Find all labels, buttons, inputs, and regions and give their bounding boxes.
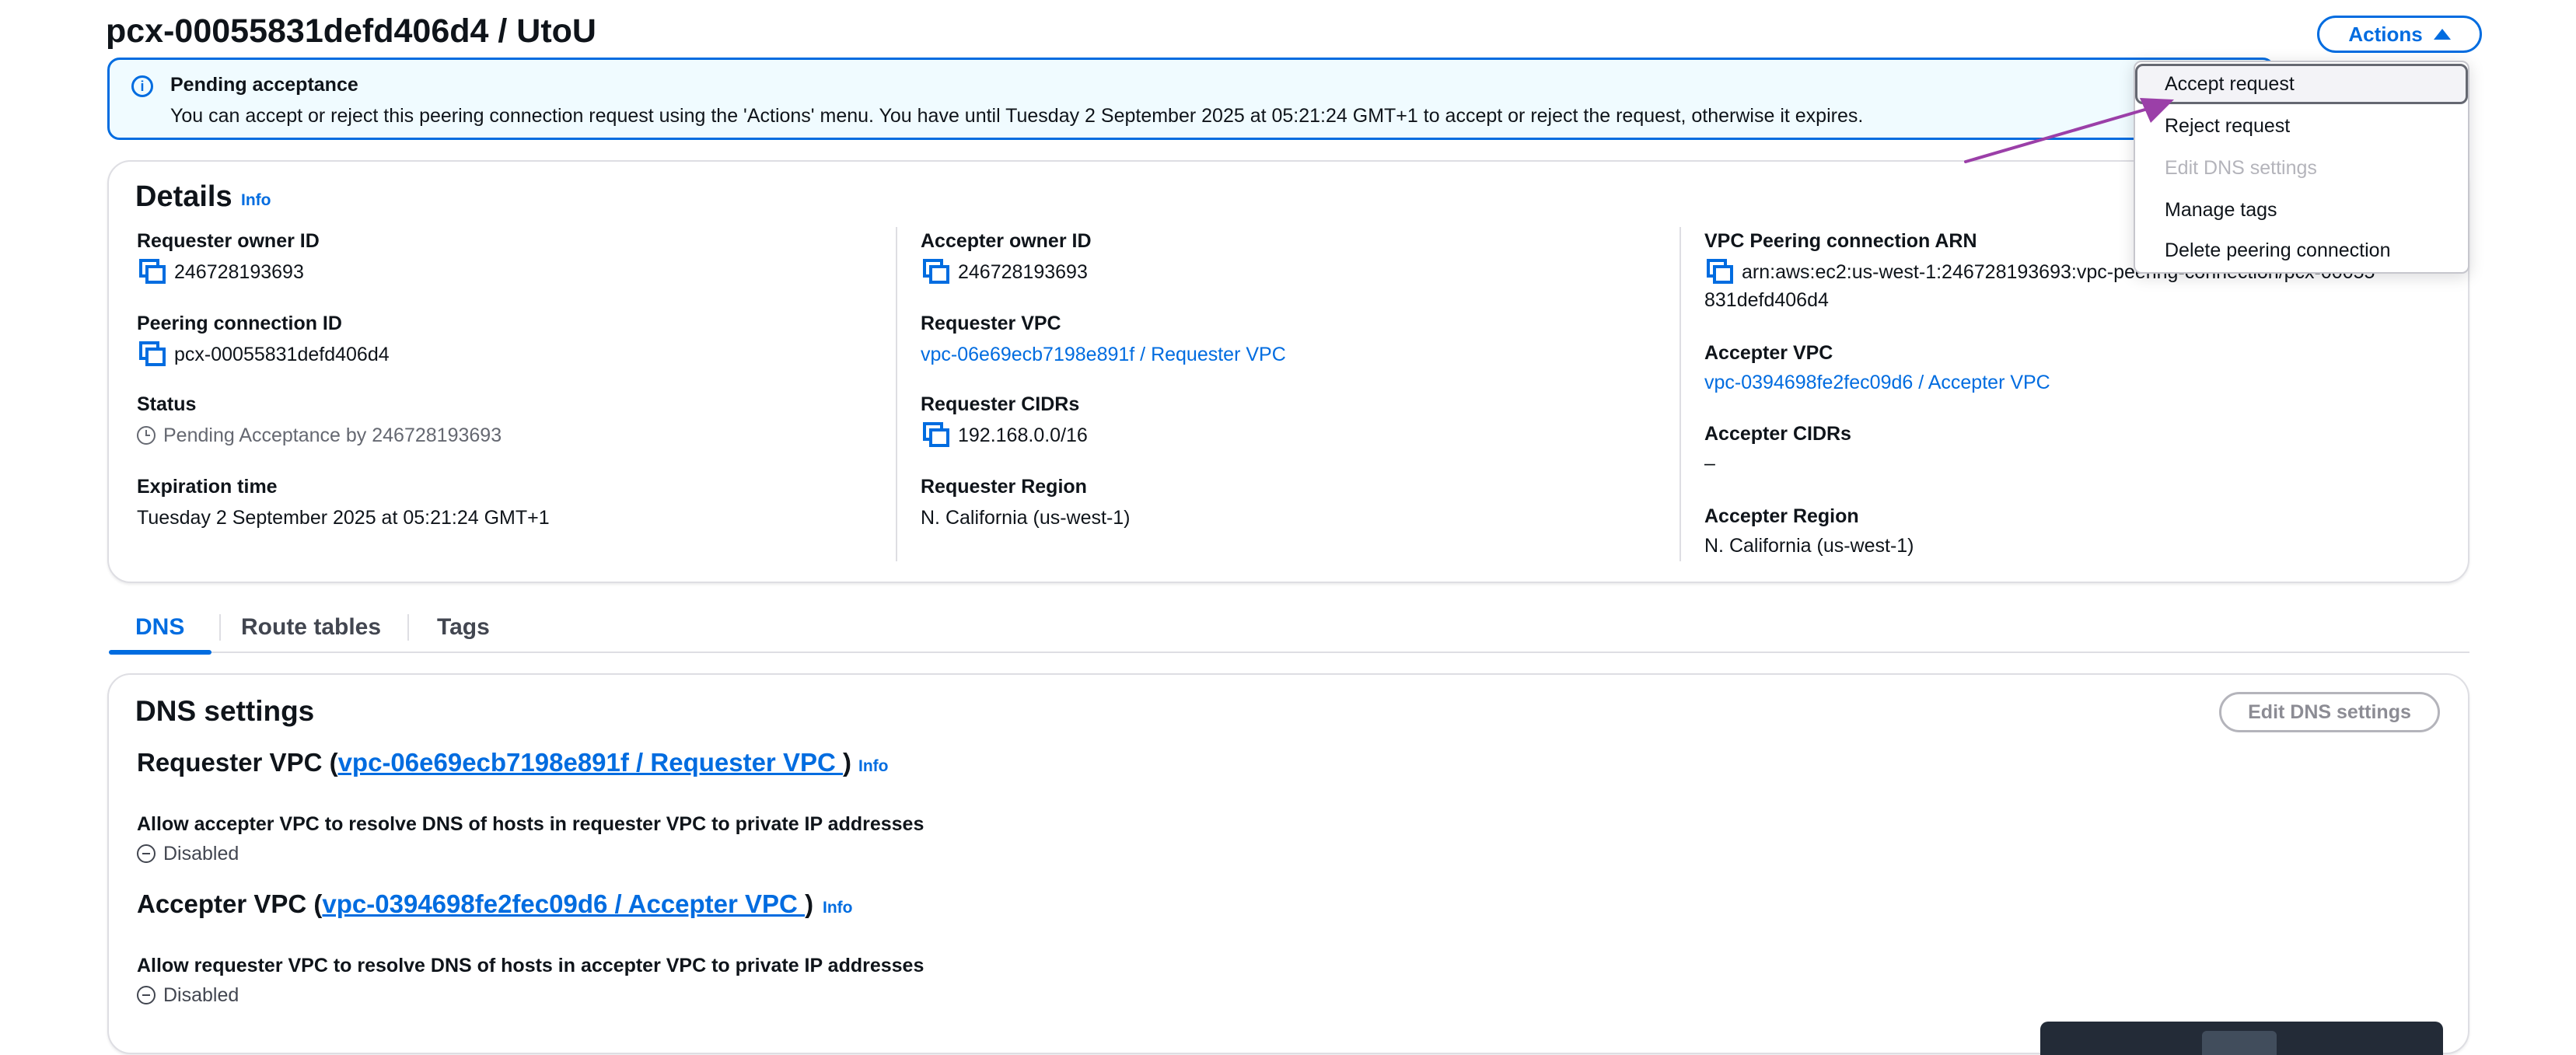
status-label: Status	[137, 393, 197, 415]
alert-title: Pending acceptance	[170, 74, 358, 96]
expiration-time-value: Tuesday 2 September 2025 at 05:21:24 GMT…	[137, 507, 550, 529]
menu-item-reject-request[interactable]: Reject request	[2135, 106, 2468, 146]
accepter-dns-info-link[interactable]: Info	[823, 899, 852, 917]
tab-tags[interactable]: Tags	[437, 614, 490, 641]
peering-arn-value-line2: 831defd406d4	[1704, 289, 1829, 311]
disabled-status-icon	[137, 986, 156, 1004]
copy-icon[interactable]	[922, 258, 950, 285]
info-circle-icon: i	[131, 75, 153, 97]
caret-up-icon	[2433, 29, 2451, 40]
copy-icon[interactable]	[1706, 258, 1734, 285]
active-tab-indicator	[109, 650, 211, 655]
accepter-cidrs-value: –	[1704, 452, 1715, 474]
requester-owner-id-label: Requester owner ID	[137, 230, 320, 252]
requester-vpc-link[interactable]: vpc-06e69ecb7198e891f / Requester VPC	[921, 344, 1286, 366]
disabled-status-icon	[137, 844, 156, 863]
pending-clock-icon	[137, 426, 156, 445]
requester-cidrs-label: Requester CIDRs	[921, 393, 1080, 415]
toast-handle[interactable]	[2202, 1031, 2277, 1055]
dns-settings-panel	[107, 673, 2469, 1054]
accepter-dns-setting-text: Disabled	[163, 984, 239, 1006]
peering-connection-id-label: Peering connection ID	[137, 313, 342, 334]
pending-acceptance-alert: i Pending acceptance You can accept or r…	[107, 58, 2275, 140]
copy-icon[interactable]	[138, 341, 166, 367]
tab-separator	[407, 614, 409, 641]
requester-dns-info-link[interactable]: Info	[858, 757, 888, 776]
requester-owner-id-value: 246728193693	[174, 261, 304, 283]
tabs-baseline	[109, 652, 2469, 653]
accepter-owner-id-label: Accepter owner ID	[921, 230, 1092, 252]
requester-cidrs-value: 192.168.0.0/16	[958, 424, 1088, 446]
menu-item-delete-peering-connection[interactable]: Delete peering connection	[2135, 230, 2468, 271]
peering-arn-label: VPC Peering connection ARN	[1704, 230, 1977, 252]
requester-vpc-dns-link[interactable]: vpc-06e69ecb7198e891f / Requester VPC	[338, 748, 843, 777]
accepter-vpc-dns-prefix: Accepter VPC (	[137, 889, 323, 918]
accepter-region-value: N. California (us-west-1)	[1704, 535, 1914, 557]
column-divider	[1679, 227, 1681, 561]
accepter-cidrs-label: Accepter CIDRs	[1704, 423, 1851, 445]
alert-message: You can accept or reject this peering co…	[170, 105, 1864, 127]
details-info-link[interactable]: Info	[241, 191, 271, 210]
accepter-vpc-label: Accepter VPC	[1704, 342, 1833, 364]
actions-button-label: Actions	[2348, 22, 2423, 46]
actions-dropdown-menu: Accept request Reject request Edit DNS s…	[2134, 61, 2469, 274]
accepter-dns-setting-value: Disabled	[137, 984, 239, 1007]
menu-item-edit-dns-settings: Edit DNS settings	[2165, 157, 2317, 179]
accepter-owner-id-value: 246728193693	[958, 261, 1088, 283]
notification-toast[interactable]	[2040, 1022, 2443, 1055]
actions-button[interactable]: Actions	[2317, 16, 2482, 53]
menu-item-accept-request[interactable]: Accept request	[2135, 64, 2468, 104]
requester-vpc-dns-heading: Requester VPC (vpc-06e69ecb7198e891f / R…	[137, 748, 851, 777]
tab-dns[interactable]: DNS	[135, 614, 184, 641]
copy-icon[interactable]	[922, 421, 950, 448]
requester-dns-setting-label: Allow accepter VPC to resolve DNS of hos…	[137, 813, 924, 835]
tab-separator	[219, 614, 221, 641]
requester-dns-setting-value: Disabled	[137, 843, 239, 865]
details-heading: Details	[135, 180, 232, 213]
peering-connection-id-value: pcx-00055831defd406d4	[174, 344, 390, 365]
menu-item-manage-tags[interactable]: Manage tags	[2135, 190, 2468, 230]
page-title: pcx-00055831defd406d4 / UtoU	[106, 12, 596, 50]
requester-vpc-dns-suffix: )	[842, 748, 851, 777]
status-value: Pending Acceptance by 246728193693	[137, 424, 502, 447]
requester-region-value: N. California (us-west-1)	[921, 507, 1131, 529]
status-text: Pending Acceptance by 246728193693	[163, 424, 502, 446]
accepter-vpc-dns-link[interactable]: vpc-0394698fe2fec09d6 / Accepter VPC	[322, 889, 805, 918]
copy-icon[interactable]	[138, 258, 166, 285]
tab-route-tables[interactable]: Route tables	[241, 614, 381, 641]
accepter-region-label: Accepter Region	[1704, 505, 1859, 527]
requester-region-label: Requester Region	[921, 476, 1087, 498]
dns-settings-heading: DNS settings	[135, 695, 315, 727]
accepter-vpc-dns-heading: Accepter VPC (vpc-0394698fe2fec09d6 / Ac…	[137, 889, 813, 919]
column-divider	[896, 227, 897, 561]
edit-dns-settings-button: Edit DNS settings	[2219, 692, 2440, 732]
requester-vpc-label: Requester VPC	[921, 313, 1061, 334]
requester-vpc-dns-prefix: Requester VPC (	[137, 748, 338, 777]
accepter-vpc-dns-suffix: )	[805, 889, 814, 918]
expiration-time-label: Expiration time	[137, 476, 278, 498]
accepter-dns-setting-label: Allow requester VPC to resolve DNS of ho…	[137, 955, 924, 976]
accepter-vpc-link[interactable]: vpc-0394698fe2fec09d6 / Accepter VPC	[1704, 372, 2050, 394]
requester-dns-setting-text: Disabled	[163, 843, 239, 865]
